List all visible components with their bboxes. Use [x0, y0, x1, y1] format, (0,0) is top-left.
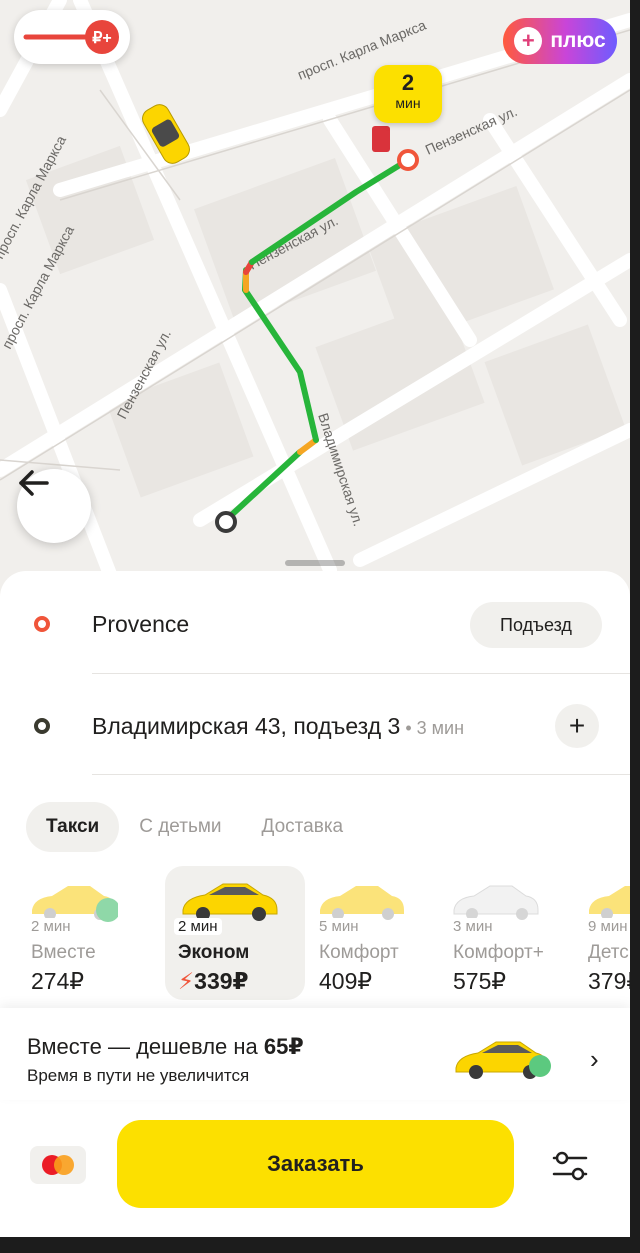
service-tabs: Такси С детьми Доставка — [26, 802, 363, 852]
tariff-time: 9 мин — [584, 918, 630, 935]
parking-payment-icon: ₽+ — [23, 20, 119, 54]
tariff-time: 2 мин — [174, 918, 222, 935]
plus-label: плюс — [550, 29, 606, 52]
arrow-left-icon — [19, 470, 49, 496]
surge-bolt-icon: ⚡ — [178, 968, 195, 994]
tariff-price: 274₽ — [31, 968, 85, 994]
tariff-time: 3 мин — [449, 918, 497, 935]
taxi-app: просп. Карла Маркса Пензенская ул. Пензе… — [0, 0, 630, 1253]
eta-number: 2 — [401, 70, 415, 95]
tab-delivery[interactable]: Доставка — [242, 802, 364, 852]
back-button[interactable] — [17, 469, 91, 543]
tariff-time: 5 мин — [315, 918, 363, 935]
destination-dot-icon — [34, 718, 50, 734]
tariff-price: 409₽ — [319, 968, 373, 994]
origin-dot-icon — [34, 616, 50, 632]
sliders-icon — [552, 1151, 588, 1181]
tariff-name: Эконом — [178, 942, 250, 963]
tariff-price: 575₽ — [453, 968, 507, 994]
order-button[interactable]: Заказать — [117, 1120, 514, 1208]
ride-options-button[interactable] — [548, 1144, 592, 1188]
tariff-carousel[interactable]: 2 мин Вместе 274₽ 2 мин Эконом ⚡339₽ 5 м… — [0, 866, 630, 1002]
map[interactable]: просп. Карла Маркса Пензенская ул. Пензе… — [0, 0, 630, 600]
entrance-button[interactable]: Подъезд — [470, 602, 602, 648]
add-stop-button[interactable]: + — [555, 704, 599, 748]
origin-marker — [397, 149, 419, 171]
parking-icon-label: ₽+ — [92, 30, 112, 47]
destination-eta: 3 мин — [416, 718, 465, 738]
tariff-name: Детский — [588, 942, 630, 963]
tariff-price: 339₽ — [194, 968, 249, 994]
plus-subscription-badge[interactable]: + плюс — [503, 18, 617, 64]
promo-title: Вместе — дешевле на 65₽ — [27, 1034, 304, 1060]
promo-amount: 65₽ — [263, 1034, 304, 1059]
tariff-name: Комфорт — [319, 942, 399, 963]
tab-with-kids[interactable]: С детьми — [119, 802, 241, 852]
tariff-price-line: ⚡339₽ — [178, 968, 249, 995]
tariff-card-kids[interactable]: 9 мин Детский 379₽ — [573, 866, 630, 1000]
destination-address: Владимирская 43, подъезд 3 — [92, 713, 401, 739]
shared-ride-promo[interactable]: Вместе — дешевле на 65₽ Время в пути не … — [0, 1008, 630, 1100]
eta-unit: мин — [395, 95, 421, 111]
mastercard-icon — [42, 1155, 74, 1175]
promo-title-text: Вместе — дешевле на — [27, 1034, 264, 1059]
promo-subtitle: Время в пути не увеличится — [27, 1066, 250, 1085]
tariff-card-comfort-plus[interactable]: 3 мин Комфорт+ 575₽ — [438, 866, 578, 1000]
system-nav-bar — [0, 1237, 640, 1253]
pickup-eta-badge: 2 мин — [374, 65, 442, 123]
screen-edge — [630, 0, 640, 1253]
tariff-price: 379₽ — [588, 968, 630, 994]
mastercard-payment-button[interactable] — [30, 1146, 86, 1184]
plus-icon: + — [568, 710, 586, 741]
tariff-name: Комфорт+ — [453, 942, 544, 963]
sheet-drag-handle[interactable] — [285, 560, 345, 566]
tariff-card-econom[interactable]: 2 мин Эконом ⚡339₽ — [165, 866, 305, 1000]
plus-icon: + — [514, 27, 543, 55]
tariff-name: Вместе — [31, 942, 96, 963]
destination-marker — [215, 511, 237, 533]
chevron-right-icon: › — [590, 1044, 599, 1074]
divider — [92, 673, 630, 674]
destination-address-line: Владимирская 43, подъезд 3 • 3 мин — [92, 713, 465, 739]
tariff-card-vmeste[interactable]: 2 мин Вместе 274₽ — [16, 866, 156, 1000]
tariff-time: 2 мин — [27, 918, 75, 935]
origin-address: Provence — [92, 611, 190, 637]
destination-row[interactable]: Владимирская 43, подъезд 3 • 3 мин — [0, 675, 630, 775]
tariff-card-comfort[interactable]: 5 мин Комфорт 409₽ — [304, 866, 444, 1000]
divider — [92, 774, 630, 775]
pin-icon — [372, 126, 390, 152]
car-icon — [455, 1041, 551, 1079]
parking-button[interactable]: ₽+ — [14, 10, 130, 64]
map-canvas: просп. Карла Маркса Пензенская ул. Пензе… — [0, 0, 630, 600]
tab-taxi[interactable]: Такси — [26, 802, 120, 852]
origin-row[interactable]: Provence Подъезд — [0, 573, 630, 673]
